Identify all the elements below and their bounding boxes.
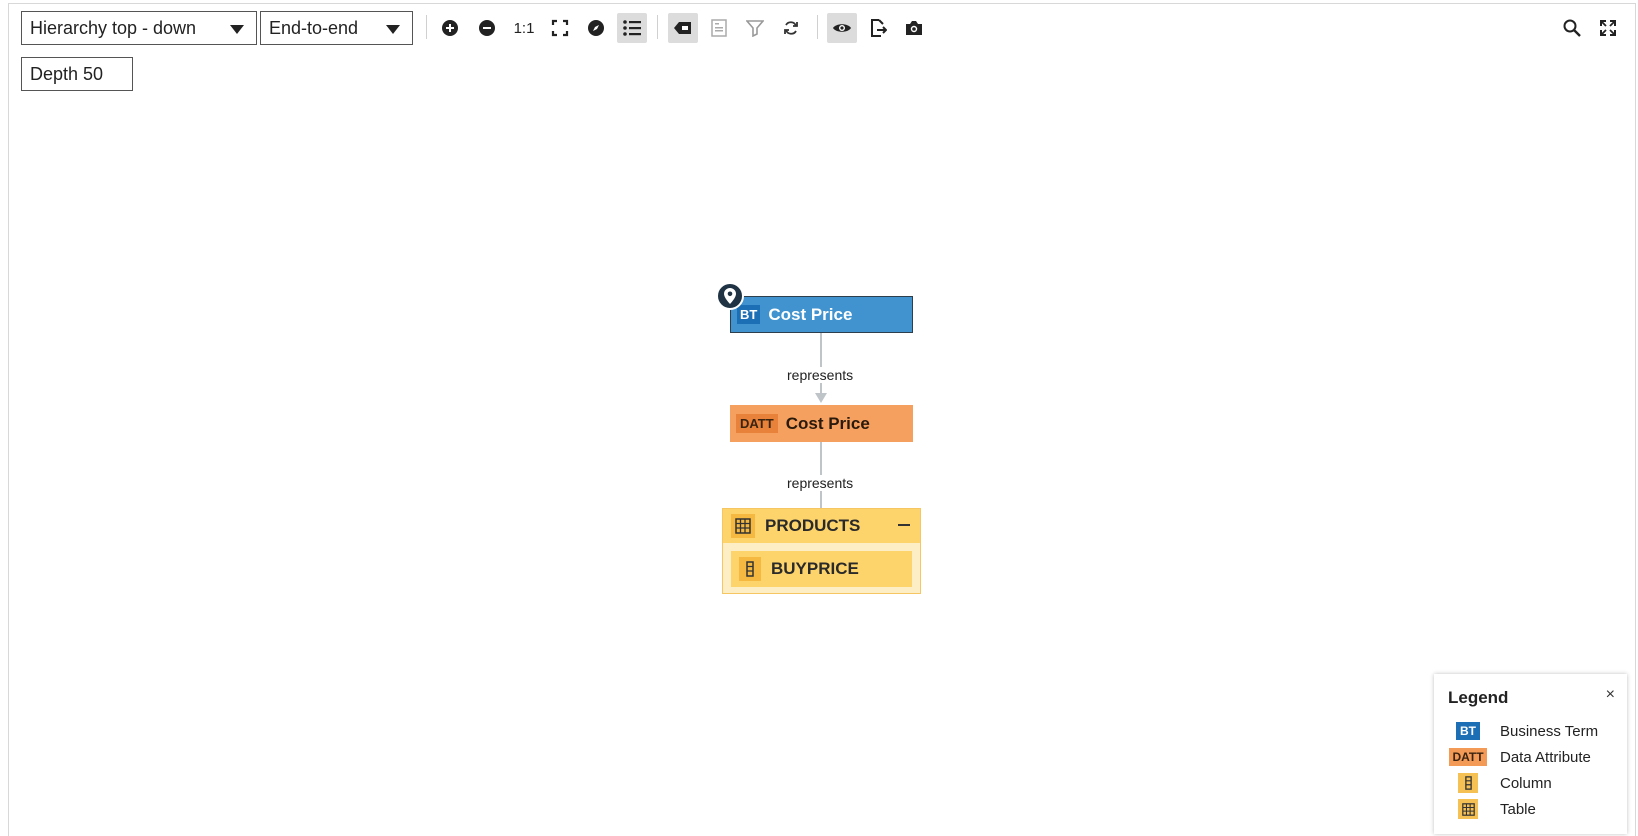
minus-circle-icon (479, 20, 495, 36)
collapse-icon[interactable] (898, 524, 910, 526)
depth-field[interactable]: Depth 50 (21, 57, 133, 91)
list-icon (623, 20, 641, 36)
document-icon (711, 19, 727, 37)
chevron-down-icon (230, 25, 244, 34)
label-tag-icon (674, 22, 691, 34)
legend-item-label: Table (1500, 800, 1536, 818)
camera-icon (906, 21, 922, 35)
search-icon (1563, 19, 1581, 37)
plus-circle-icon (442, 20, 458, 36)
legend-item-business-term: BT Business Term (1448, 720, 1598, 742)
node-label: Cost Price (785, 413, 870, 433)
compass-icon (588, 20, 604, 36)
eye-icon (833, 24, 851, 32)
edge-label: represents (785, 475, 856, 491)
fullscreen-button[interactable] (1593, 13, 1623, 43)
business-term-tag: BT (1456, 722, 1480, 740)
data-attribute-node[interactable]: DATT Cost Price (730, 405, 913, 442)
table-header[interactable]: PRODUCTS (723, 509, 920, 543)
zoom-out-button[interactable] (472, 13, 502, 43)
data-attribute-tag: DATT (736, 414, 778, 433)
search-button[interactable] (1557, 13, 1587, 43)
table-label: PRODUCTS (765, 516, 861, 535)
fit-to-screen-button[interactable] (545, 13, 575, 43)
toolbar-divider (657, 15, 658, 39)
edge-line (820, 333, 822, 395)
edge-arrow (815, 393, 827, 403)
scope-select[interactable]: End-to-end (260, 11, 413, 45)
filter-button[interactable] (740, 13, 770, 43)
filter-icon (746, 20, 764, 37)
table-icon (1458, 799, 1478, 819)
legend-title: Legend (1448, 688, 1509, 707)
legend-item-data-attribute: DATT Data Attribute (1448, 746, 1591, 768)
fit-screen-icon (551, 19, 569, 37)
refresh-icon (784, 21, 798, 35)
toggle-labels-button[interactable] (668, 13, 698, 43)
actual-size-button[interactable]: 1:1 (509, 13, 539, 43)
layout-select[interactable]: Hierarchy top - down (21, 11, 257, 45)
column-label: BUYPRICE (771, 559, 859, 578)
toolbar-divider (817, 15, 818, 39)
close-icon[interactable]: × (1606, 686, 1615, 704)
scope-select-value: End-to-end (269, 18, 359, 38)
column-icon (739, 557, 761, 581)
visibility-button[interactable] (827, 13, 857, 43)
details-button[interactable] (704, 13, 734, 43)
layout-select-value: Hierarchy top - down (30, 18, 197, 38)
table-node[interactable]: PRODUCTS BUYPRICE (722, 508, 921, 594)
legend-item-label: Data Attribute (1500, 748, 1591, 766)
navigator-button[interactable] (581, 13, 611, 43)
chevron-down-icon (386, 25, 400, 34)
column-icon (1458, 773, 1478, 793)
legend-item-table: Table (1448, 798, 1536, 820)
toolbar-divider (426, 15, 427, 39)
zoom-in-button[interactable] (435, 13, 465, 43)
fullscreen-icon (1600, 20, 1616, 36)
data-attribute-tag: DATT (1449, 748, 1487, 766)
legend-item-column: Column (1448, 772, 1552, 794)
node-label: Cost Price (768, 304, 853, 324)
export-button[interactable] (863, 13, 893, 43)
business-term-node[interactable]: BT Cost Price (730, 296, 913, 333)
table-icon (731, 514, 755, 538)
legend-panel: Legend × BT Business Term DATT Data Attr… (1434, 674, 1627, 834)
depth-value: Depth 50 (30, 64, 104, 84)
column-node[interactable]: BUYPRICE (731, 551, 912, 587)
legend-item-label: Column (1500, 774, 1552, 792)
edge-label: represents (785, 367, 856, 383)
actual-size-label: 1:1 (513, 19, 535, 37)
list-view-button[interactable] (617, 13, 647, 43)
business-term-tag: BT (737, 305, 761, 324)
refresh-button[interactable] (776, 13, 806, 43)
export-icon (871, 19, 887, 37)
location-pin-icon (716, 282, 744, 310)
legend-item-label: Business Term (1500, 722, 1599, 740)
screenshot-button[interactable] (899, 13, 929, 43)
